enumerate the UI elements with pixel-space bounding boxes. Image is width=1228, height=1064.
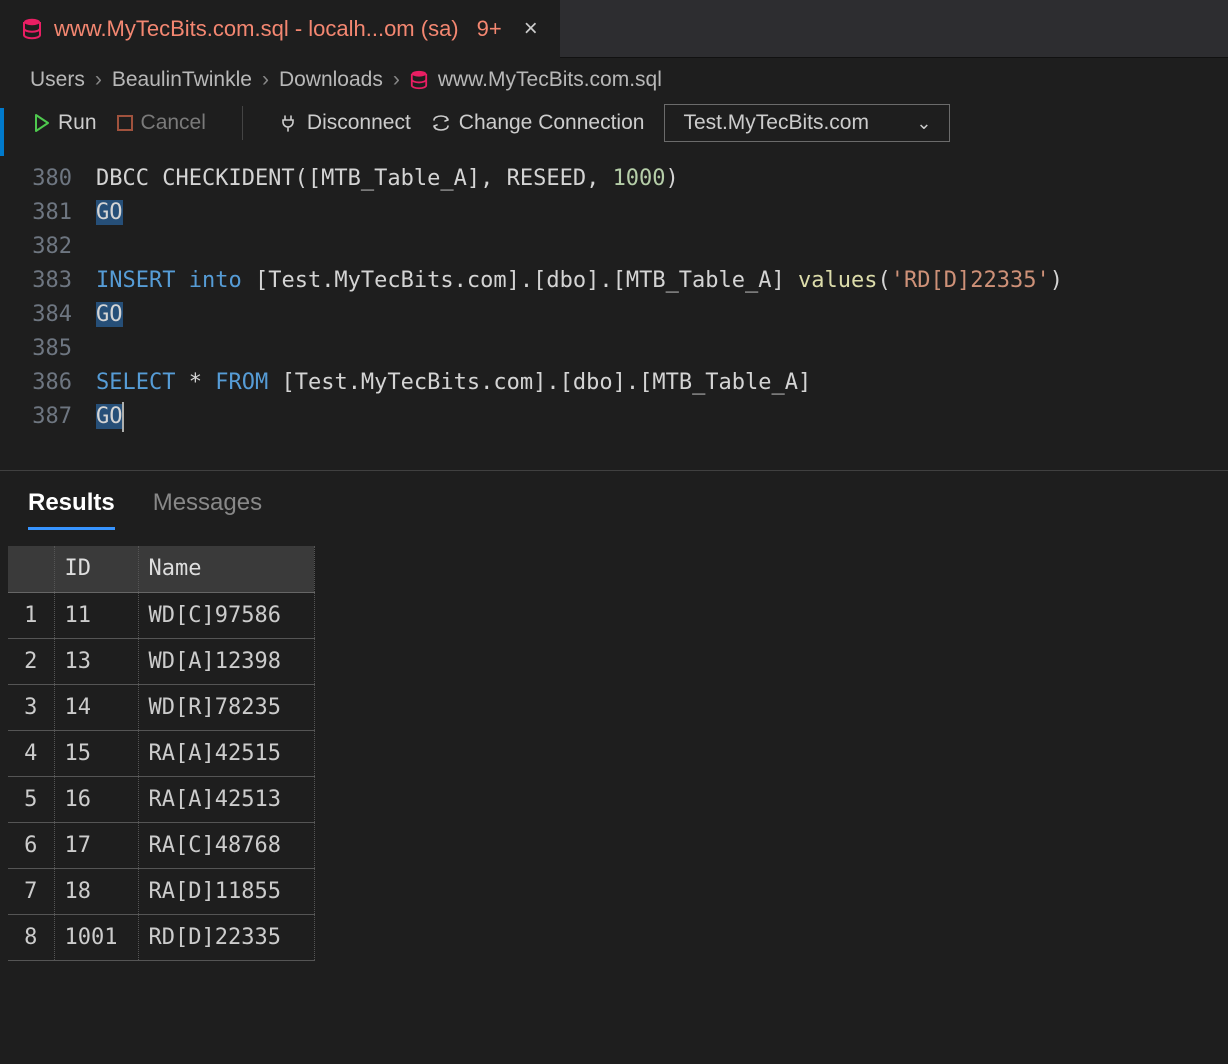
code-line[interactable]: GO	[96, 400, 123, 434]
chevron-right-icon: ›	[393, 68, 400, 92]
close-icon[interactable]: ×	[524, 17, 538, 41]
line-number: 383	[0, 264, 96, 298]
row-number: 2	[8, 638, 54, 684]
cancel-button[interactable]: Cancel	[117, 111, 206, 135]
cell-name[interactable]: WD[C]97586	[138, 592, 314, 638]
table-row[interactable]: 617RA[C]48768	[8, 822, 314, 868]
database-select[interactable]: Test.MyTecBits.com ⌄	[664, 104, 950, 142]
line-number: 384	[0, 298, 96, 332]
code-line[interactable]: INSERT into [Test.MyTecBits.com].[dbo].[…	[96, 264, 1063, 298]
column-header-id[interactable]: ID	[54, 546, 138, 592]
code-line[interactable]: DBCC CHECKIDENT([MTB_Table_A], RESEED, 1…	[96, 162, 679, 196]
column-header-name[interactable]: Name	[138, 546, 314, 592]
row-number: 3	[8, 684, 54, 730]
line-number: 380	[0, 162, 96, 196]
breadcrumb-item[interactable]: Downloads	[279, 68, 383, 92]
table-row[interactable]: 81001RD[D]22335	[8, 914, 314, 960]
cell-id[interactable]: 18	[54, 868, 138, 914]
sql-toolbar: Run Cancel Disconnect Change Connection …	[0, 108, 1228, 156]
tab-badge: 9+	[477, 16, 502, 42]
chevron-down-icon: ⌄	[916, 113, 931, 134]
cell-id[interactable]: 15	[54, 730, 138, 776]
breadcrumb: Users › BeaulinTwinkle › Downloads › www…	[0, 58, 1228, 108]
row-number: 1	[8, 592, 54, 638]
code-editor[interactable]: 380DBCC CHECKIDENT([MTB_Table_A], RESEED…	[0, 156, 1228, 442]
table-row[interactable]: 314WD[R]78235	[8, 684, 314, 730]
line-number: 382	[0, 230, 96, 264]
row-number: 6	[8, 822, 54, 868]
run-button[interactable]: Run	[34, 111, 97, 135]
row-number: 8	[8, 914, 54, 960]
row-number: 5	[8, 776, 54, 822]
tab-bar-empty	[560, 0, 1228, 57]
cell-name[interactable]: RA[D]11855	[138, 868, 314, 914]
table-row[interactable]: 111WD[C]97586	[8, 592, 314, 638]
breadcrumb-item[interactable]: BeaulinTwinkle	[112, 68, 252, 92]
cell-id[interactable]: 17	[54, 822, 138, 868]
chevron-right-icon: ›	[95, 68, 102, 92]
row-number-header[interactable]	[8, 546, 54, 592]
row-number: 4	[8, 730, 54, 776]
line-number: 386	[0, 366, 96, 400]
tab-bar: www.MyTecBits.com.sql - localh...om (sa)…	[0, 0, 1228, 58]
play-icon	[34, 114, 50, 132]
cell-id[interactable]: 11	[54, 592, 138, 638]
results-tabs: Results Messages	[0, 471, 1228, 530]
chevron-right-icon: ›	[262, 68, 269, 92]
disconnect-label: Disconnect	[307, 111, 411, 135]
database-select-value: Test.MyTecBits.com	[683, 111, 869, 135]
line-number: 387	[0, 400, 96, 434]
database-icon	[22, 18, 42, 40]
cell-id[interactable]: 13	[54, 638, 138, 684]
cell-name[interactable]: RA[C]48768	[138, 822, 314, 868]
breadcrumb-item[interactable]: Users	[30, 68, 85, 92]
code-line[interactable]: SELECT * FROM [Test.MyTecBits.com].[dbo]…	[96, 366, 811, 400]
results-table: ID Name 111WD[C]97586213WD[A]12398314WD[…	[8, 546, 315, 961]
cell-id[interactable]: 14	[54, 684, 138, 730]
cell-name[interactable]: RA[A]42515	[138, 730, 314, 776]
cell-id[interactable]: 16	[54, 776, 138, 822]
database-icon	[410, 70, 428, 90]
cell-name[interactable]: RA[A]42513	[138, 776, 314, 822]
cancel-label: Cancel	[141, 111, 206, 135]
line-number: 385	[0, 332, 96, 366]
disconnect-icon	[279, 113, 297, 133]
row-number: 7	[8, 868, 54, 914]
separator	[242, 106, 243, 140]
tab-title: www.MyTecBits.com.sql - localh...om (sa)	[54, 16, 459, 42]
table-row[interactable]: 718RA[D]11855	[8, 868, 314, 914]
table-row[interactable]: 415RA[A]42515	[8, 730, 314, 776]
swap-icon	[431, 114, 449, 132]
stop-icon	[117, 115, 133, 131]
line-number: 381	[0, 196, 96, 230]
table-row[interactable]: 213WD[A]12398	[8, 638, 314, 684]
editor-tab[interactable]: www.MyTecBits.com.sql - localh...om (sa)…	[0, 0, 560, 58]
tab-messages[interactable]: Messages	[153, 489, 262, 530]
cell-name[interactable]: WD[A]12398	[138, 638, 314, 684]
code-line[interactable]: GO	[96, 298, 123, 332]
cell-id[interactable]: 1001	[54, 914, 138, 960]
cell-name[interactable]: RD[D]22335	[138, 914, 314, 960]
table-row[interactable]: 516RA[A]42513	[8, 776, 314, 822]
change-connection-label: Change Connection	[459, 111, 645, 135]
tab-results[interactable]: Results	[28, 489, 115, 530]
disconnect-button[interactable]: Disconnect	[279, 111, 411, 135]
run-label: Run	[58, 111, 97, 135]
cell-name[interactable]: WD[R]78235	[138, 684, 314, 730]
breadcrumb-file[interactable]: www.MyTecBits.com.sql	[438, 68, 662, 92]
code-line[interactable]: GO	[96, 196, 123, 230]
change-connection-button[interactable]: Change Connection	[431, 111, 645, 135]
